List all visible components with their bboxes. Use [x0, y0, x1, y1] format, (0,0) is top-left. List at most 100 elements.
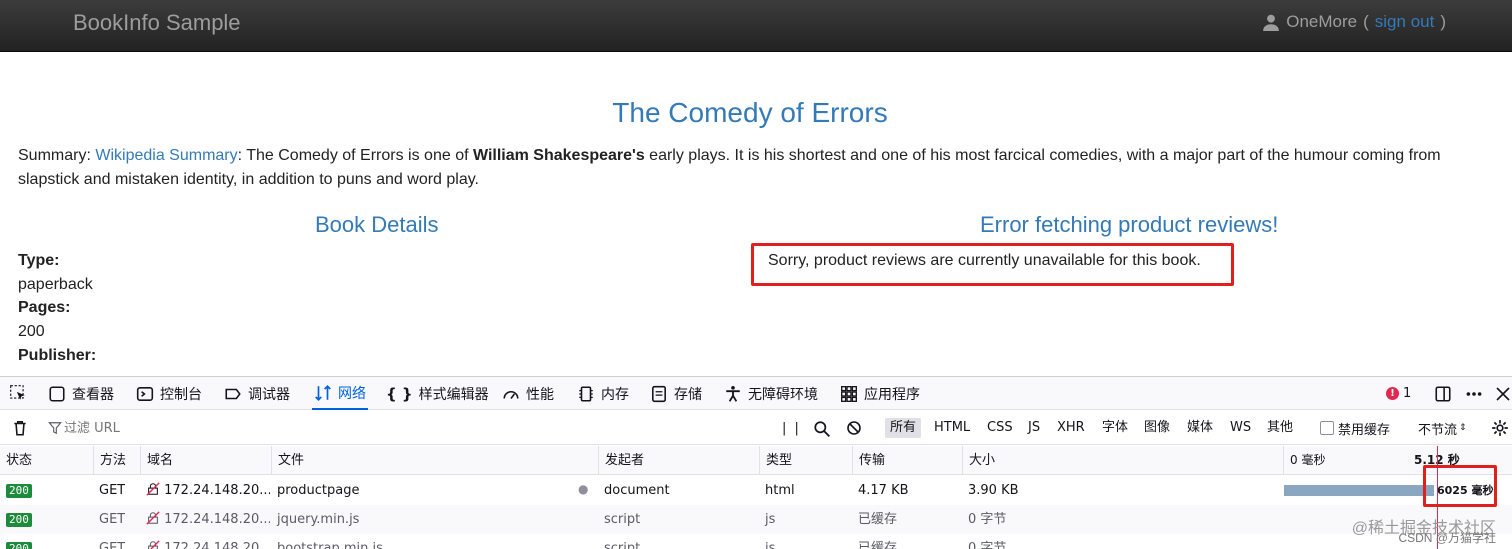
dock-side-icon[interactable]	[1434, 385, 1452, 403]
filter-other[interactable]: 其他	[1262, 418, 1298, 438]
col-type[interactable]: 类型	[759, 446, 792, 475]
file-cell: productpage	[277, 483, 360, 498]
network-toolbar: | | 所有 HTML CSS JS XHR 字体 图像 媒体 WS 其他 禁用…	[0, 411, 1512, 445]
filter-css[interactable]: CSS	[982, 418, 1018, 438]
col-file[interactable]: 文件	[271, 446, 304, 475]
col-method[interactable]: 方法	[93, 446, 126, 475]
tab-inspector[interactable]: 查看器	[48, 377, 114, 410]
domain-cell: 172.24.148.20...	[140, 534, 270, 549]
inspector-icon	[49, 385, 65, 402]
method-cell: GET	[99, 541, 126, 549]
tab-performance[interactable]: 性能	[502, 377, 554, 410]
size-cell: 3.90 KB	[968, 483, 1019, 498]
waterfall-start: 0 毫秒	[1283, 446, 1325, 475]
brand-title[interactable]: BookInfo Sample	[73, 10, 241, 36]
navbar: BookInfo Sample OneMore ( sign out )	[0, 0, 1512, 52]
table-row[interactable]: 200 GET 172.24.148.20... bootstrap.min.j…	[0, 534, 1512, 549]
tab-style-editor[interactable]: { } 样式编辑器	[386, 377, 489, 410]
insecure-lock-icon	[148, 540, 160, 549]
filter-fonts[interactable]: 字体	[1097, 418, 1133, 438]
domain-cell: 172.24.148.20...	[140, 476, 270, 505]
transfer-cell: 4.17 KB	[858, 483, 909, 498]
file-cell: jquery.min.js	[277, 512, 360, 527]
table-row[interactable]: 200 GET 172.24.148.20... productpage ● d…	[0, 476, 1512, 505]
disable-cache-label: 禁用缓存	[1338, 422, 1391, 438]
pause-icon[interactable]: | |	[782, 411, 801, 445]
paren-close: )	[1440, 12, 1446, 31]
tab-label: 性能	[526, 386, 554, 403]
devtools-tab-bar: 查看器 控制台 调试器 网络 { } 样式编辑器 性能 内存 存储 无障碍环境 …	[0, 377, 1512, 410]
timing-highlight-box	[1423, 465, 1497, 507]
filter-media[interactable]: 媒体	[1182, 418, 1218, 438]
status-cell: 200	[0, 505, 32, 534]
filter-ws[interactable]: WS	[1225, 418, 1256, 438]
reviews-heading: Error fetching product reviews!	[980, 212, 1279, 237]
search-icon[interactable]	[813, 420, 831, 438]
tab-label: 查看器	[72, 386, 114, 403]
debugger-icon	[225, 388, 241, 399]
tab-network[interactable]: 网络	[312, 377, 368, 410]
filter-all[interactable]: 所有	[885, 418, 922, 438]
more-options-icon[interactable]	[1465, 385, 1483, 403]
size-cell: 0 字节	[968, 541, 1007, 549]
tab-application[interactable]: 应用程序	[840, 377, 920, 410]
summary-pre: : The Comedy of Errors is one of	[237, 147, 473, 164]
disable-cache-toggle[interactable]: 禁用缓存	[1320, 411, 1390, 445]
filter-js[interactable]: JS	[1023, 418, 1045, 438]
initiator-cell: script	[604, 541, 641, 549]
tab-console[interactable]: 控制台	[136, 377, 202, 410]
transfer-cell: 已缓存	[858, 541, 898, 549]
tab-label: 控制台	[160, 386, 202, 403]
detail-pages-value: 200	[18, 323, 45, 341]
domain-text: 172.24.148.20...	[164, 512, 270, 527]
error-count-badge[interactable]: ! 1	[1386, 377, 1411, 410]
type-cell: js	[765, 541, 776, 549]
status-badge: 200	[6, 513, 32, 527]
col-domain[interactable]: 域名	[140, 446, 173, 475]
tab-label: 样式编辑器	[418, 386, 489, 403]
transfer-cell: 已缓存	[858, 512, 898, 527]
filter-xhr[interactable]: XHR	[1052, 418, 1090, 438]
detail-publisher-label: Publisher:	[18, 346, 97, 364]
col-size[interactable]: 大小	[962, 446, 995, 475]
filter-html[interactable]: HTML	[929, 418, 975, 438]
tab-label: 网络	[338, 385, 366, 402]
element-picker-icon[interactable]	[9, 384, 27, 402]
tab-memory[interactable]: 内存	[577, 377, 629, 410]
throttle-select[interactable]: 不节流 ⇕	[1418, 411, 1467, 445]
status-cell: 200	[0, 534, 32, 549]
tab-label: 存储	[674, 386, 702, 403]
sign-out-link[interactable]: sign out	[1375, 12, 1435, 32]
filter-images[interactable]: 图像	[1139, 418, 1175, 438]
gear-icon[interactable]	[1491, 419, 1509, 437]
col-transfer[interactable]: 传输	[852, 446, 885, 475]
book-summary: Summary: Wikipedia Summary: The Comedy o…	[18, 144, 1488, 192]
method-cell: GET	[99, 483, 126, 498]
detail-type-value: paperback	[18, 275, 93, 293]
tab-debugger[interactable]: 调试器	[224, 377, 290, 410]
trash-icon[interactable]	[11, 419, 29, 437]
tab-storage[interactable]: 存储	[650, 377, 702, 410]
tab-label: 无障碍环境	[748, 386, 818, 403]
tracker-icon: ●	[578, 482, 589, 496]
throttle-label: 不节流	[1418, 422, 1458, 438]
tab-label: 内存	[601, 386, 629, 403]
performance-icon	[503, 390, 519, 399]
status-badge: 200	[6, 484, 32, 498]
insecure-lock-icon	[146, 511, 160, 525]
tab-label: 调试器	[248, 386, 290, 403]
table-row[interactable]: 200 GET 172.24.148.20... jquery.min.js s…	[0, 505, 1512, 534]
initiator-cell: script	[604, 512, 641, 527]
filter-url-input[interactable]	[44, 417, 764, 439]
memory-icon	[579, 385, 593, 402]
domain-cell: 172.24.148.20...	[140, 505, 270, 534]
col-initiator[interactable]: 发起者	[598, 446, 644, 475]
tab-accessibility[interactable]: 无障碍环境	[724, 377, 818, 410]
domain-text: 172.24.148.20...	[164, 541, 270, 549]
network-icon	[315, 384, 331, 401]
status-badge: 200	[6, 542, 32, 549]
col-status[interactable]: 状态	[0, 446, 32, 475]
block-icon[interactable]	[846, 420, 862, 436]
wikipedia-summary-link[interactable]: Wikipedia Summary	[95, 147, 237, 164]
close-icon[interactable]	[1495, 385, 1511, 403]
